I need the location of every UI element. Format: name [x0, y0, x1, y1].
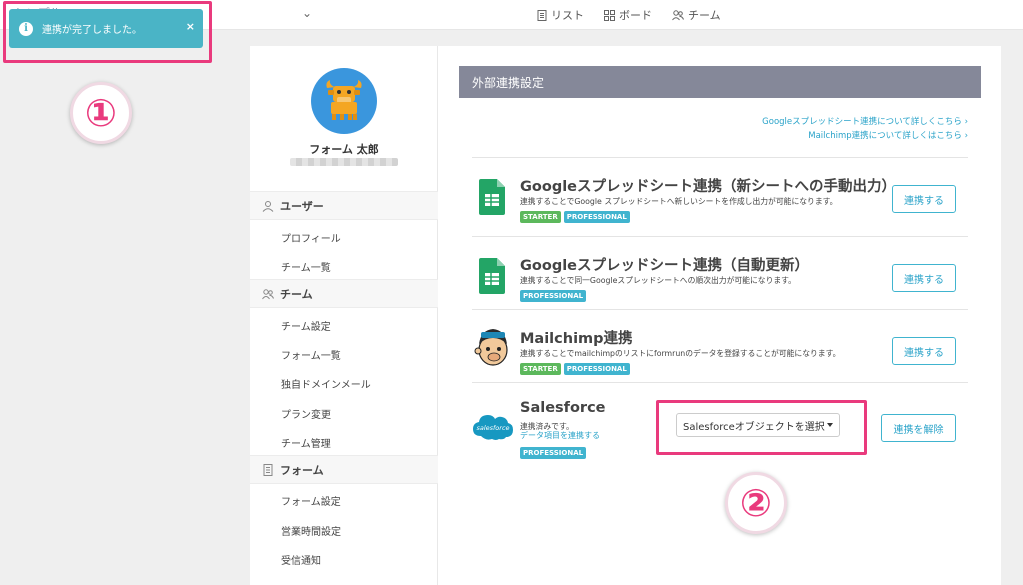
- plan-badges: PROFESSIONAL: [520, 290, 587, 302]
- document-icon: [263, 463, 273, 476]
- sidebar-section-user: ユーザー: [250, 191, 438, 220]
- user-email-blurred: [290, 158, 398, 166]
- team-icon: [672, 9, 684, 20]
- disconnect-button[interactable]: 連携を解除: [881, 414, 956, 442]
- connect-button[interactable]: 連携する: [892, 264, 956, 292]
- annotation-number-two: ②: [725, 472, 787, 534]
- sidebar-section-form: フォーム: [250, 455, 438, 484]
- chevron-down-icon[interactable]: ⌄: [302, 6, 312, 20]
- sidebar-item-form-list[interactable]: フォーム一覧: [281, 347, 341, 362]
- sidebar: フォーム 太郎 ユーザー プロフィール チーム一覧 チーム チーム設定 フォーム…: [250, 46, 438, 585]
- integration-row: Googleスプレッドシート連携（自動更新） 連携することで同一Googleスプ…: [472, 236, 968, 309]
- page-title: 外部連携設定: [459, 66, 981, 98]
- professional-badge: PROFESSIONAL: [563, 363, 630, 375]
- data-mapping-link[interactable]: データ項目を連携する: [520, 430, 600, 441]
- bull-icon: [326, 80, 362, 120]
- google-sheet-help-link[interactable]: Googleスプレッドシート連携について詳しくこちら ›: [762, 115, 968, 129]
- sidebar-item-form-settings[interactable]: フォーム設定: [281, 493, 341, 508]
- mailchimp-icon: [474, 329, 508, 366]
- salesforce-logo-text: salesforce: [476, 424, 509, 432]
- starter-badge: STARTER: [520, 211, 561, 223]
- starter-badge: STARTER: [520, 363, 561, 375]
- integration-row: Mailchimp連携 連携することでmailchimpのリストにformrun…: [472, 309, 968, 382]
- avatar[interactable]: [311, 68, 377, 134]
- connect-button[interactable]: 連携する: [892, 185, 956, 213]
- plan-badges: STARTER PROFESSIONAL: [520, 363, 630, 375]
- nav-item-team[interactable]: チーム: [672, 7, 721, 23]
- sidebar-item-team-settings[interactable]: チーム設定: [281, 318, 331, 333]
- sidebar-section-title: チーム: [280, 287, 313, 301]
- sidebar-item-team-list[interactable]: チーム一覧: [281, 259, 331, 274]
- highlight-box-select: [656, 400, 867, 455]
- sidebar-item-profile[interactable]: プロフィール: [281, 230, 341, 245]
- main-panel: 外部連携設定 Googleスプレッドシート連携について詳しくこちら › Mail…: [438, 46, 1001, 585]
- nav-item-label: チーム: [688, 9, 721, 22]
- user-icon: [262, 200, 274, 212]
- team-icon: [262, 288, 274, 299]
- sidebar-item-plan-change[interactable]: プラン変更: [281, 406, 331, 421]
- sidebar-section-title: ユーザー: [280, 199, 324, 213]
- list-icon: [537, 9, 547, 21]
- integration-description: 連携することでGoogle スプレッドシートへ新しいシートを作成し出力が可能にな…: [520, 197, 838, 206]
- integration-title: Googleスプレッドシート連携（自動更新）: [520, 258, 810, 274]
- professional-badge: PROFESSIONAL: [563, 211, 630, 223]
- top-nav: リスト ボード チーム: [537, 7, 721, 23]
- user-name: フォーム 太郎: [309, 143, 379, 156]
- sidebar-item-receive-notification[interactable]: 受信通知: [281, 552, 321, 567]
- sidebar-section-title: フォーム: [280, 463, 324, 477]
- google-sheets-icon: [479, 179, 505, 215]
- professional-badge: PROFESSIONAL: [520, 290, 587, 302]
- sidebar-section-team: チーム: [250, 279, 438, 308]
- mailchimp-help-link[interactable]: Mailchimp連携について詳しくはこちら ›: [762, 129, 968, 143]
- nav-item-label: リスト: [551, 9, 584, 22]
- integration-title: Salesforce: [520, 400, 606, 416]
- nav-item-label: ボード: [619, 9, 652, 22]
- integration-row: Googleスプレッドシート連携（新シートへの手動出力） 連携することでGoog…: [472, 157, 968, 230]
- help-links: Googleスプレッドシート連携について詳しくこちら › Mailchimp連携…: [762, 115, 968, 143]
- integration-title: Googleスプレッドシート連携（新シートへの手動出力）: [520, 179, 897, 195]
- nav-item-list[interactable]: リスト: [537, 7, 584, 23]
- sidebar-item-business-hours[interactable]: 営業時間設定: [281, 523, 341, 538]
- google-sheets-icon: [479, 258, 505, 294]
- salesforce-logo: salesforce: [473, 415, 513, 440]
- board-icon: [604, 9, 615, 21]
- annotation-number-one: ①: [70, 82, 132, 144]
- nav-item-board[interactable]: ボード: [604, 7, 652, 23]
- integration-description: 連携することで同一Googleスプレッドシートへの順次出力が可能になります。: [520, 276, 796, 285]
- plan-badges: PROFESSIONAL: [520, 447, 587, 459]
- highlight-box-toast: [3, 1, 212, 63]
- sidebar-item-team-management[interactable]: チーム管理: [281, 435, 331, 450]
- plan-badges: STARTER PROFESSIONAL: [520, 211, 630, 223]
- professional-badge: PROFESSIONAL: [520, 447, 587, 459]
- sidebar-item-custom-domain-mail[interactable]: 独自ドメインメール: [281, 376, 371, 391]
- connect-button[interactable]: 連携する: [892, 337, 956, 365]
- integration-description: 連携することでmailchimpのリストにformrunのデータを登録することが…: [520, 349, 841, 358]
- integration-title: Mailchimp連携: [520, 331, 633, 347]
